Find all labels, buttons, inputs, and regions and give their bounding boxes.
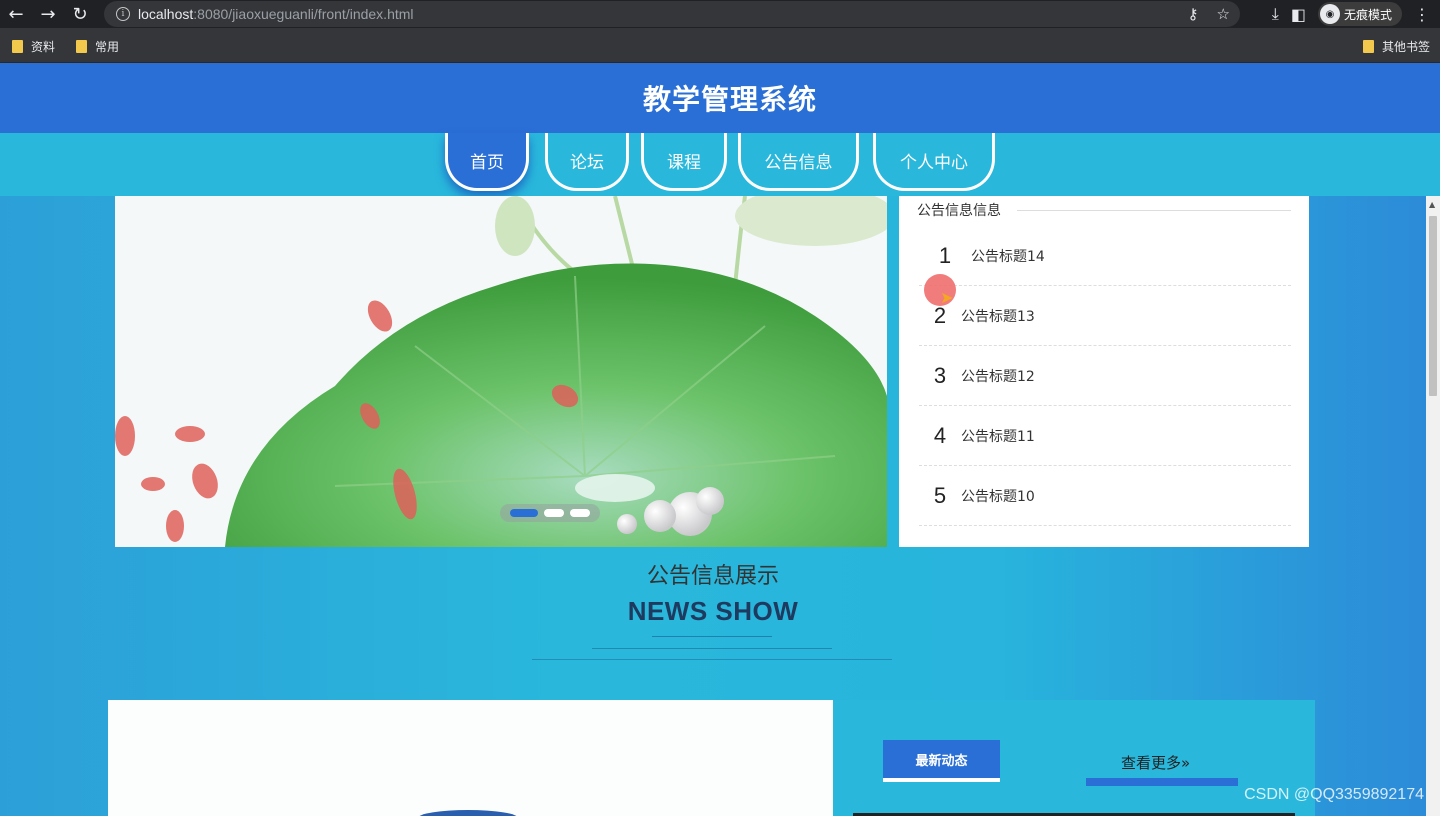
- nav-label: 首页: [470, 153, 504, 173]
- lotus-leaf-image: [115, 196, 887, 547]
- folder-icon: [76, 40, 87, 53]
- download-icon[interactable]: ⤓: [1272, 4, 1279, 24]
- incognito-label: 无痕模式: [1343, 7, 1392, 22]
- site-title: 教学管理系统: [642, 83, 817, 116]
- site-header: 教学管理系统: [0, 63, 1440, 133]
- news-panel: 最新动态 查看更多»: [833, 700, 1315, 816]
- info-icon[interactable]: i: [116, 7, 130, 21]
- view-more-underline: [1086, 778, 1238, 786]
- cursor-icon: ➤: [940, 288, 954, 307]
- notice-number: 5: [933, 482, 947, 508]
- incognito-icon: ◉: [1319, 4, 1340, 24]
- divider: [652, 636, 772, 637]
- notice-title: 公告标题14: [971, 248, 1045, 265]
- nav-label: 课程: [667, 153, 701, 173]
- notice-item[interactable]: 3 公告标题12: [919, 346, 1291, 406]
- carousel-dot[interactable]: [544, 509, 564, 517]
- view-more-link[interactable]: 查看更多»: [1121, 752, 1190, 773]
- bookmark-label: 常用: [95, 40, 120, 54]
- notice-item[interactable]: 5 公告标题10: [919, 466, 1291, 526]
- divider: [592, 648, 832, 649]
- watermark: CSDN @QQ3359892174: [1244, 786, 1424, 803]
- scrollbar[interactable]: ▲: [1426, 196, 1440, 816]
- scroll-thumb[interactable]: [1429, 216, 1437, 396]
- nav-label: 个人中心: [900, 153, 968, 173]
- main-nav: 首页 论坛 课程 公告信息 个人中心: [0, 133, 1440, 196]
- carousel-indicators: [500, 504, 600, 522]
- news-image[interactable]: [108, 700, 833, 816]
- forward-icon[interactable]: →: [32, 0, 64, 28]
- notice-item[interactable]: 4 公告标题11: [919, 406, 1291, 466]
- url-host: localhost: [138, 6, 194, 22]
- carousel-dot[interactable]: [510, 509, 538, 517]
- nav-label: 公告信息: [764, 153, 833, 173]
- browser-toolbar: ← → ↻ i localhost:8080/jiaoxueguanli/fro…: [0, 0, 1440, 28]
- notice-number: 1: [938, 242, 952, 268]
- notice-item[interactable]: 2 公告标题13: [919, 286, 1291, 346]
- bookmark-folder[interactable]: 资料: [12, 38, 55, 55]
- latest-news-tab[interactable]: 最新动态: [883, 740, 1000, 782]
- other-bookmarks[interactable]: 其他书签: [1363, 38, 1430, 55]
- nav-item-profile[interactable]: 个人中心: [873, 133, 995, 191]
- notice-title: 公告标题12: [961, 368, 1035, 385]
- notice-number: 3: [933, 362, 947, 388]
- bookmark-label: 其他书签: [1382, 40, 1431, 54]
- nav-label: 论坛: [570, 153, 604, 173]
- menu-icon[interactable]: ⋮: [1414, 5, 1430, 24]
- nav-item-course[interactable]: 课程: [641, 133, 727, 191]
- scroll-up-icon[interactable]: ▲: [1429, 200, 1435, 209]
- star-icon[interactable]: ☆: [1217, 5, 1230, 23]
- folder-icon: [1363, 40, 1374, 53]
- bookmarks-bar: 资料 常用 其他书签: [0, 28, 1440, 63]
- nav-item-notice[interactable]: 公告信息: [738, 133, 859, 191]
- bookmark-folder[interactable]: 常用: [76, 38, 119, 55]
- notice-title: 公告标题10: [961, 488, 1035, 505]
- reload-icon[interactable]: ↻: [64, 0, 96, 28]
- notice-item[interactable]: 1 公告标题14: [919, 226, 1291, 286]
- notice-panel: 公告信息信息 1 公告标题14 2 公告标题13 3 公告标题12 4 公告标题…: [899, 196, 1309, 547]
- view-more-label: 查看更多: [1121, 754, 1182, 772]
- url-path: :8080/jiaoxueguanli/front/index.html: [193, 6, 414, 22]
- news-image-graphic: [108, 700, 833, 816]
- key-icon[interactable]: ⚷: [1188, 5, 1199, 23]
- notice-panel-heading: 公告信息信息: [917, 203, 1001, 219]
- double-chevron-right-icon: »: [1181, 754, 1191, 772]
- banner-carousel[interactable]: [115, 196, 887, 547]
- section-subtitle: NEWS SHOW: [627, 596, 799, 626]
- bookmark-label: 资料: [31, 40, 56, 54]
- section-title: 公告信息展示: [646, 564, 779, 589]
- notice-number: 4: [933, 422, 947, 448]
- incognito-badge[interactable]: ◉ 无痕模式: [1317, 2, 1402, 26]
- sidebar-icon[interactable]: ◧: [1291, 5, 1306, 24]
- address-bar[interactable]: i localhost:8080/jiaoxueguanli/front/ind…: [104, 1, 1240, 27]
- divider: [1017, 210, 1291, 211]
- carousel-dot[interactable]: [570, 509, 590, 517]
- folder-icon: [12, 40, 23, 53]
- notice-title: 公告标题13: [961, 308, 1035, 325]
- divider: [532, 659, 892, 660]
- nav-item-forum[interactable]: 论坛: [545, 133, 629, 191]
- notice-title: 公告标题11: [961, 428, 1035, 445]
- back-icon[interactable]: ←: [0, 0, 32, 28]
- nav-item-home[interactable]: 首页: [445, 133, 529, 191]
